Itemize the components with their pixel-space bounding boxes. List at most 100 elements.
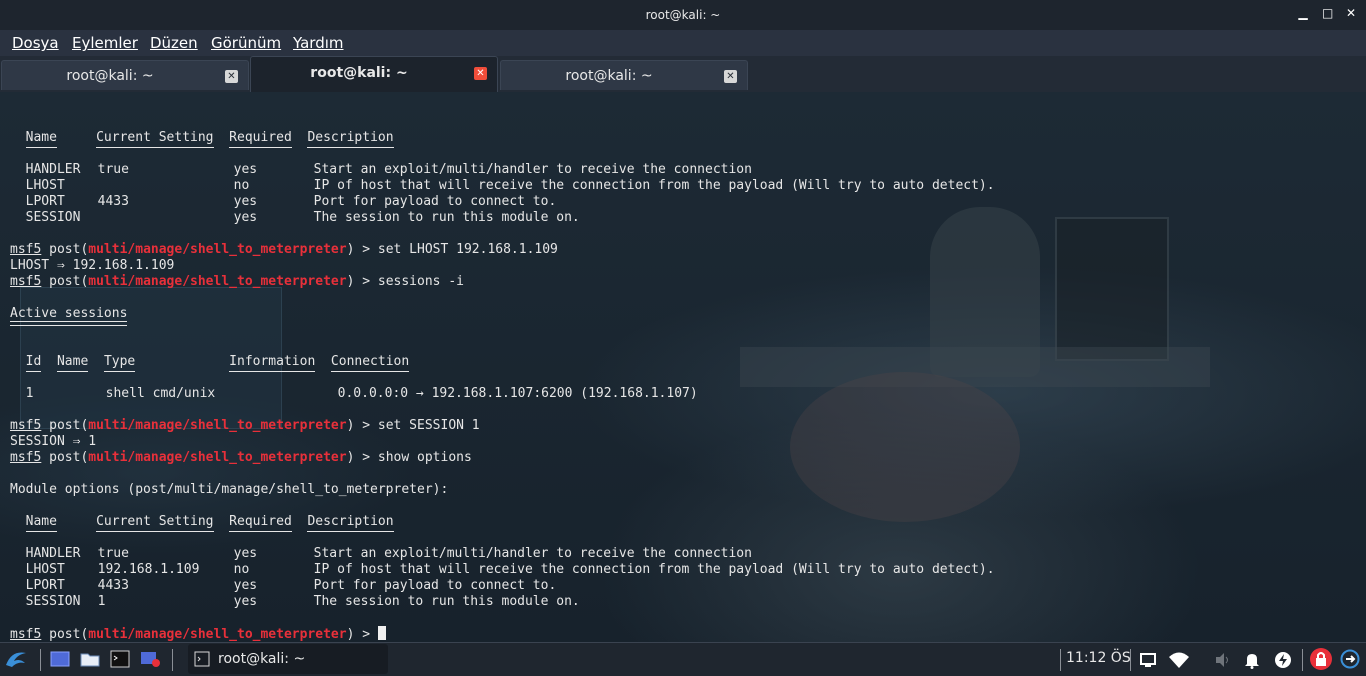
menu-dosya[interactable]: Dosya: [12, 34, 59, 52]
option-required: yes: [233, 578, 258, 593]
col-header-required: Required: [229, 514, 292, 532]
prompt-msf5: msf5: [10, 418, 42, 433]
kali-menu-icon[interactable]: [4, 647, 28, 671]
prompt-post: post(: [41, 274, 89, 289]
tab-label: root@kali: ~: [565, 68, 653, 84]
menu-gorunum[interactable]: Görünüm: [211, 34, 281, 52]
power-plug-icon[interactable]: [1274, 651, 1292, 669]
menu-eylemler[interactable]: Eylemler: [72, 34, 138, 52]
active-sessions-heading: Active sessions: [10, 306, 128, 326]
prompt-module-path: multi/manage/shell_to_meterpreter: [88, 418, 347, 433]
prompt-post: post(: [41, 418, 89, 433]
display-icon[interactable]: [1140, 652, 1156, 668]
close-icon[interactable]: ✕: [1346, 6, 1356, 20]
separator: [1130, 649, 1131, 671]
prompt-post: post(: [41, 450, 89, 465]
tab-close-icon[interactable]: ✕: [225, 70, 238, 83]
terminal-icon[interactable]: [110, 649, 130, 669]
option-setting: true: [97, 546, 129, 561]
option-name: HANDLER: [25, 546, 81, 561]
wallpaper-monitor: [1055, 217, 1169, 361]
prompt-module-path: multi/manage/shell_to_meterpreter: [88, 242, 347, 257]
option-name: SESSION: [25, 594, 81, 609]
clock[interactable]: 11:12 ÖS: [1066, 650, 1131, 666]
option-name: LPORT: [25, 578, 65, 593]
option-name: LPORT: [25, 194, 65, 209]
volume-muted-icon[interactable]: [1214, 651, 1232, 669]
command-text: set SESSION 1: [377, 418, 480, 433]
option-setting: 192.168.1.109: [97, 562, 200, 577]
option-required: no: [233, 562, 250, 577]
option-name: SESSION: [25, 210, 81, 225]
option-setting: 4433: [97, 578, 129, 593]
tab-3[interactable]: root@kali: ~ ✕: [500, 60, 748, 90]
lock-screen-icon[interactable]: [1310, 648, 1332, 670]
separator: [1060, 649, 1061, 671]
prompt-msf5: msf5: [10, 274, 42, 289]
option-required: yes: [233, 546, 258, 561]
tab-2[interactable]: root@kali: ~ ✕: [250, 56, 498, 92]
option-description: Start an exploit/multi/handler to receiv…: [313, 162, 752, 177]
option-description: Port for payload to connect to.: [313, 194, 557, 209]
tab-close-icon[interactable]: ✕: [724, 70, 737, 83]
prompt-module-path: multi/manage/shell_to_meterpreter: [88, 627, 347, 642]
tab-label: root@kali: ~: [310, 65, 408, 81]
separator: [1302, 649, 1303, 671]
tab-bar: root@kali: ~ ✕ root@kali: ~ ✕ root@kali:…: [0, 56, 1366, 92]
col-header-type: Type: [103, 354, 136, 372]
terminal-view[interactable]: Name Current Setting Required Descriptio…: [0, 92, 1366, 642]
wifi-icon[interactable]: [1168, 651, 1190, 669]
option-required: yes: [233, 194, 258, 209]
menu-yardim[interactable]: Yardım: [293, 34, 344, 52]
col-header-information: Information: [229, 354, 316, 372]
prompt-suffix: ) >: [346, 418, 378, 433]
screen-recorder-icon[interactable]: [140, 649, 160, 669]
terminal-cursor[interactable]: [377, 626, 386, 640]
prompt-module-path: multi/manage/shell_to_meterpreter: [88, 450, 347, 465]
terminal-icon: [194, 651, 210, 667]
logout-icon[interactable]: [1340, 649, 1360, 669]
prompt-msf5: msf5: [10, 627, 42, 642]
option-description: Start an exploit/multi/handler to receiv…: [313, 546, 752, 561]
command-output: SESSION ⇒ 1: [10, 434, 97, 449]
window-titlebar: root@kali: ~ ▁ □ ✕: [0, 0, 1366, 30]
col-header-setting: Current Setting: [96, 130, 214, 148]
prompt-post: post(: [41, 242, 89, 257]
minimize-icon[interactable]: ▁: [1298, 6, 1308, 20]
col-header-setting: Current Setting: [96, 514, 214, 532]
taskbar-window-terminal[interactable]: root@kali: ~: [188, 644, 388, 674]
col-header-description: Description: [307, 514, 394, 532]
prompt-suffix: ) >: [346, 627, 378, 642]
file-manager-icon[interactable]: [80, 649, 100, 669]
taskbar-window-label: root@kali: ~: [218, 651, 306, 667]
option-description: Port for payload to connect to.: [313, 578, 557, 593]
option-name: HANDLER: [25, 162, 81, 177]
taskbar: root@kali: ~ 11:12 ÖS: [0, 642, 1366, 676]
option-setting: 1: [97, 594, 106, 609]
tab-1[interactable]: root@kali: ~ ✕: [1, 60, 249, 90]
option-setting: 4433: [97, 194, 129, 209]
option-setting: true: [97, 162, 129, 177]
menu-duzen[interactable]: Düzen: [150, 34, 198, 52]
option-description: IP of host that will receive the connect…: [313, 562, 995, 577]
tab-close-icon[interactable]: ✕: [474, 67, 487, 80]
maximize-icon[interactable]: □: [1322, 6, 1333, 20]
option-required: yes: [233, 594, 258, 609]
notification-bell-icon[interactable]: [1244, 651, 1260, 669]
option-description: The session to run this module on.: [313, 210, 580, 225]
session-connection: 0.0.0.0:0 → 192.168.1.107:6200 (192.168.…: [337, 386, 698, 401]
desktop-icon[interactable]: [50, 649, 70, 669]
col-header-name: Name: [25, 514, 58, 532]
window-title: root@kali: ~: [645, 8, 721, 22]
separator: [172, 649, 173, 671]
option-required: yes: [233, 162, 258, 177]
option-description: IP of host that will receive the connect…: [313, 178, 995, 193]
terminal-output: Name Current Setting Required Descriptio…: [10, 114, 995, 642]
prompt-suffix: ) >: [346, 450, 378, 465]
option-description: The session to run this module on.: [313, 594, 580, 609]
prompt-suffix: ) >: [346, 242, 378, 257]
option-required: yes: [233, 210, 258, 225]
col-header-id: Id: [25, 354, 42, 372]
command-text: set LHOST 192.168.1.109: [377, 242, 558, 257]
col-header-name: Name: [25, 130, 58, 148]
